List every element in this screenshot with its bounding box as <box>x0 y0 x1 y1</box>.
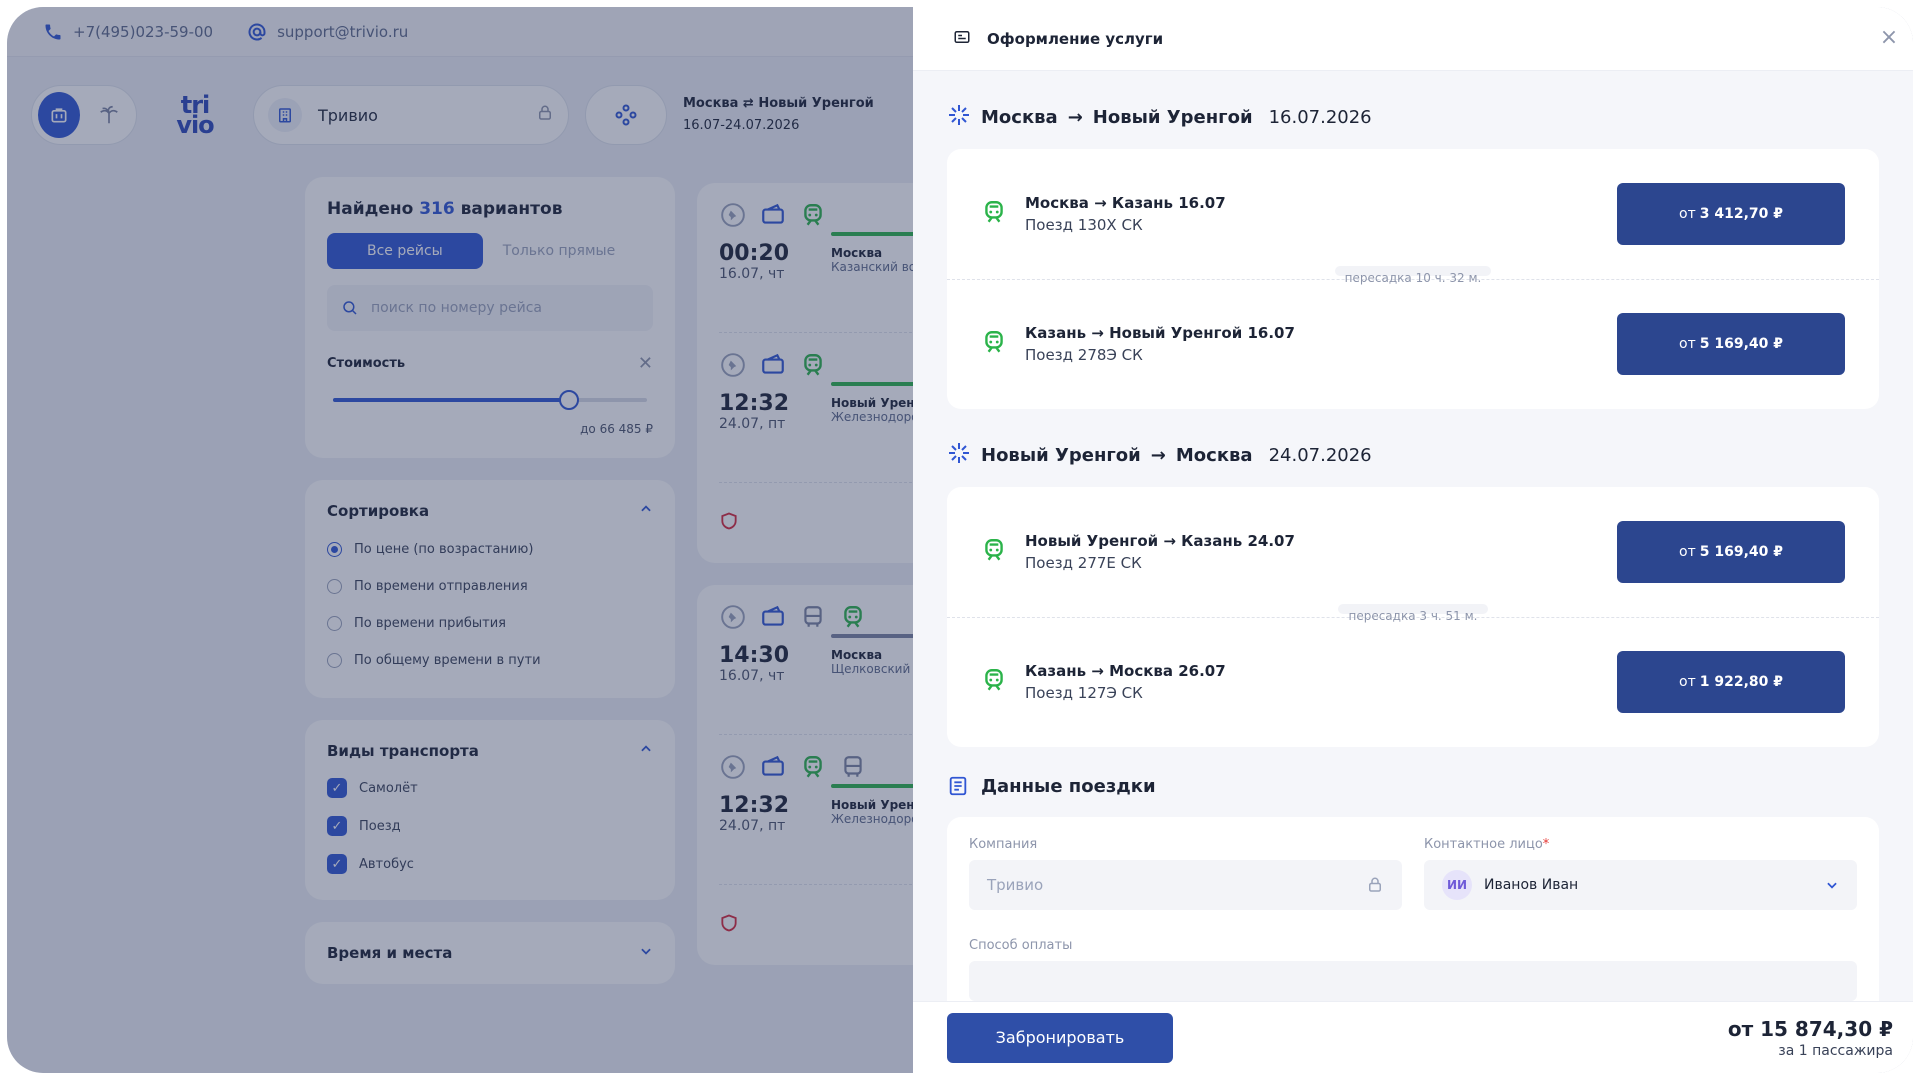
document-icon <box>953 28 971 50</box>
leg-date: 24.07.2026 <box>1268 444 1372 466</box>
trip-legs: Москва → Новый Уренгой 16.07.2026 Москва → К… <box>947 99 1879 747</box>
contact-label-text: Контактное лицо <box>1424 837 1543 852</box>
chevron-down-icon <box>1825 878 1839 892</box>
price-prefix: от <box>1679 336 1696 352</box>
leg-segments-card: Новый Уренгой → Казань 24.07 Поезд 277Е С… <box>947 487 1879 747</box>
segment-title: Новый Уренгой → Казань 24.07 <box>1025 532 1295 550</box>
train-icon <box>981 329 1011 359</box>
train-segment: Казань → Новый Уренгой 16.07 Поезд 278Э С… <box>981 279 1845 409</box>
company-field: Компания Тривио <box>969 837 1402 910</box>
leg-to: Новый Уренгой <box>1092 106 1253 128</box>
price-value: 1 922,80 ₽ <box>1699 674 1783 690</box>
train-segment: Москва → Казань 16.07 Поезд 130Х СК от 3 41… <box>981 149 1845 279</box>
payment-select[interactable] <box>969 961 1857 1001</box>
select-fare-button[interactable]: от 1 922,80 ₽ <box>1617 651 1845 713</box>
leg-segments-card: Москва → Казань 16.07 Поезд 130Х СК от 3 41… <box>947 149 1879 409</box>
leg-title: Москва → Новый Уренгой 16.07.2026 <box>947 99 1879 135</box>
trip-data-header: Данные поездки <box>947 775 1879 797</box>
segment-train: Поезд 130Х СК <box>1025 216 1143 234</box>
required-mark: * <box>1542 837 1550 852</box>
contact-select[interactable]: ИИ Иванов Иван <box>1424 860 1857 910</box>
price-prefix: от <box>1679 674 1696 690</box>
price-value: 3 412,70 ₽ <box>1699 206 1783 222</box>
leg-from: Новый Уренгой <box>981 444 1141 466</box>
avatar: ИИ <box>1442 870 1472 900</box>
train-icon <box>981 199 1011 229</box>
trip-leg: Новый Уренгой → Москва 24.07.2026 Новый Урен… <box>947 437 1879 747</box>
segment-info: Казань → Москва 26.07 Поезд 127Э СК <box>1025 662 1226 702</box>
contact-field: Контактное лицо* ИИ Иванов Иван <box>1424 837 1857 910</box>
leg-to: Москва <box>1175 444 1253 466</box>
select-fare-button[interactable]: от 5 169,40 ₽ <box>1617 521 1845 583</box>
price-prefix: от <box>1679 544 1696 560</box>
leg-from: Москва <box>981 106 1058 128</box>
train-icon <box>981 537 1011 567</box>
arrow-right-icon: → <box>1150 444 1166 466</box>
select-fare-button[interactable]: от 3 412,70 ₽ <box>1617 183 1845 245</box>
trip-leg: Москва → Новый Уренгой 16.07.2026 Москва → К… <box>947 99 1879 409</box>
contact-label: Контактное лицо* <box>1424 837 1857 852</box>
segment-train: Поезд 278Э СК <box>1025 346 1143 364</box>
trip-data-title: Данные поездки <box>981 775 1156 797</box>
modal-header: Оформление услуги × <box>913 7 1913 71</box>
company-input: Тривио <box>969 860 1402 910</box>
lock-icon <box>1366 876 1384 894</box>
sparkle-route-icon <box>947 103 971 132</box>
per-passenger: за 1 пассажира <box>1778 1042 1893 1059</box>
company-label: Компания <box>969 837 1038 852</box>
total-sum: от 15 874,30 ₽ <box>1727 1016 1893 1041</box>
form-list-icon <box>949 776 967 796</box>
price-prefix: от <box>1679 206 1696 222</box>
leg-date: 16.07.2026 <box>1268 106 1372 128</box>
contact-name: Иванов Иван <box>1484 877 1579 893</box>
train-segment: Казань → Москва 26.07 Поезд 127Э СК от 1 92… <box>981 617 1845 747</box>
close-icon[interactable]: × <box>1879 27 1899 49</box>
segment-info: Новый Уренгой → Казань 24.07 Поезд 277Е С… <box>1025 532 1295 572</box>
select-fare-button[interactable]: от 5 169,40 ₽ <box>1617 313 1845 375</box>
form-row-1: Компания Тривио Контактное лицо* ИИ Иван… <box>969 837 1857 910</box>
segment-info: Москва → Казань 16.07 Поезд 130Х СК <box>1025 194 1226 234</box>
payment-label: Способ оплаты <box>969 938 1073 953</box>
booking-modal: Оформление услуги × Москва → Новый Уренгой… <box>913 7 1913 1073</box>
leg-title: Новый Уренгой → Москва 24.07.2026 <box>947 437 1879 473</box>
segment-title: Москва → Казань 16.07 <box>1025 194 1226 212</box>
app-frame: +7(495)023-59-00 support@trivio.ru tri v… <box>7 7 1913 1073</box>
train-segment: Новый Уренгой → Казань 24.07 Поезд 277Е С… <box>981 487 1845 617</box>
price-value: 5 169,40 ₽ <box>1699 544 1783 560</box>
segment-title: Казань → Москва 26.07 <box>1025 662 1226 680</box>
total-price: от 15 874,30 ₽ за 1 пассажира <box>1728 1017 1893 1059</box>
transfer-badge: пересадка 3 ч. 51 м. <box>1338 604 1488 623</box>
modal-title: Оформление услуги <box>987 29 1164 48</box>
modal-footer: Забронировать от 15 874,30 ₽ за 1 пассаж… <box>913 1001 1913 1073</box>
transfer-badge: пересадка 10 ч. 32 м. <box>1334 266 1492 285</box>
train-icon <box>981 667 1011 697</box>
trip-data-form: Компания Тривио Контактное лицо* ИИ Иван… <box>947 817 1879 1001</box>
segment-title: Казань → Новый Уренгой 16.07 <box>1025 324 1295 342</box>
modal-body: Москва → Новый Уренгой 16.07.2026 Москва → К… <box>913 71 1913 1001</box>
book-button[interactable]: Забронировать <box>947 1012 1173 1063</box>
sparkle-route-icon <box>947 441 971 470</box>
segment-train: Поезд 277Е СК <box>1025 554 1142 572</box>
segment-train: Поезд 127Э СК <box>1025 684 1143 702</box>
company-value: Тривио <box>987 876 1044 894</box>
price-value: 5 169,40 ₽ <box>1699 336 1783 352</box>
segment-info: Казань → Новый Уренгой 16.07 Поезд 278Э С… <box>1025 324 1295 364</box>
arrow-right-icon: → <box>1067 106 1083 128</box>
